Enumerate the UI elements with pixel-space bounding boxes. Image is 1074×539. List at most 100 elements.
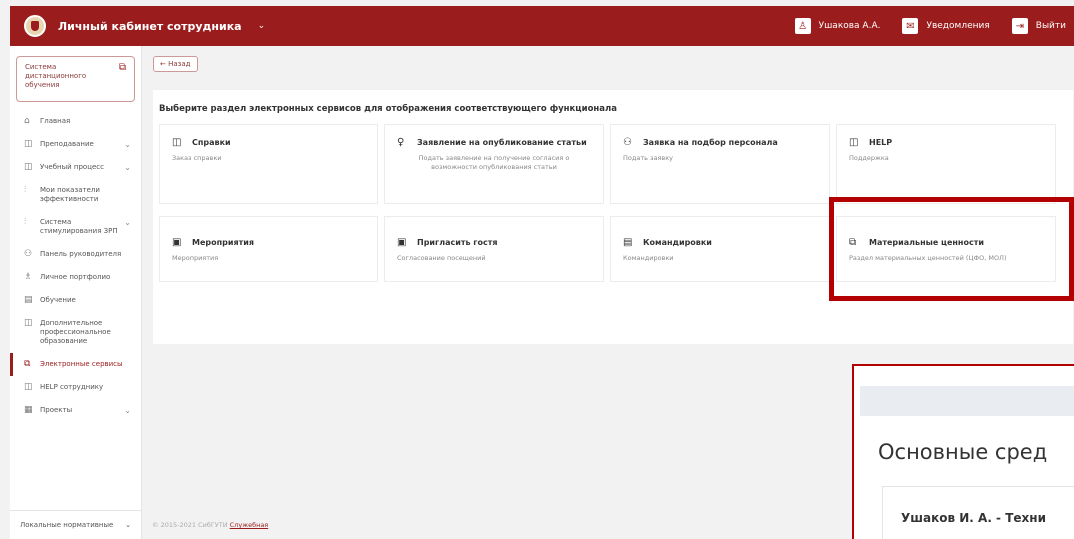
copyright-text: © 2015-2021 СибГУТИ	[152, 521, 228, 529]
document-icon: ◫	[172, 137, 182, 148]
top-bar: Личный кабинет сотрудника ⌄ ♙ Ушакова А.…	[10, 6, 1074, 46]
home-icon: ⌂	[24, 116, 30, 126]
card-title: Заявка на подбор персонала	[643, 138, 778, 147]
sidebar-item-teaching[interactable]: ◫ Преподавание ⌄	[10, 133, 141, 156]
card-description: Поддержка	[849, 154, 889, 162]
highlight-frame	[829, 197, 1074, 301]
notifications-button[interactable]: ✉ Уведомления	[902, 18, 990, 34]
service-card-staff-request[interactable]: ⚇ Заявка на подбор персонала Подать заяв…	[610, 124, 830, 204]
document-icon: ◫	[24, 162, 33, 172]
logout-button[interactable]: ⇥ Выйти	[1011, 18, 1066, 34]
sidebar-item-label: Личное портфолио	[40, 273, 111, 281]
bell-icon: ✉	[902, 18, 919, 34]
logout-icon: ⇥	[1011, 18, 1028, 34]
sidebar-item-label: Мои показатели эффективности	[40, 186, 100, 203]
bar-chart-icon: ⫶	[24, 185, 27, 195]
card-title: Справки	[192, 138, 231, 147]
sidebar-item-label: Дополнительное профессиональное образова…	[40, 319, 111, 345]
bar-chart-icon: ⫶	[24, 217, 27, 227]
sidebar-item-label: Обучение	[40, 296, 76, 304]
sidebar-item-local-regulations[interactable]: Локальные нормативные ⌄	[10, 510, 141, 539]
user-menu-button[interactable]: ♙ Ушакова А.А.	[794, 18, 881, 34]
help-icon: ◫	[849, 137, 859, 148]
notifications-label: Уведомления	[926, 21, 990, 31]
card-description: Согласование посещений	[397, 254, 486, 262]
sidebar-item-label: Электронные сервисы	[40, 360, 123, 368]
university-crest-icon	[24, 15, 46, 37]
chevron-down-icon: ⌄	[124, 406, 131, 415]
sidebar-item-label: Проекты	[40, 406, 73, 414]
book-icon: ▤	[24, 295, 33, 305]
sidebar-item-portfolio[interactable]: ♗ Личное портфолио	[10, 266, 141, 289]
calendar-icon: ▣	[172, 237, 182, 248]
inset-header-band	[860, 386, 1074, 416]
sidebar-item-label: Учебный процесс	[40, 163, 104, 171]
user-icon: ♙	[794, 18, 811, 34]
document-icon: ▤	[623, 237, 633, 248]
brand[interactable]: Личный кабинет сотрудника ⌄	[10, 15, 265, 37]
card-description: Подать заявление на получение согласия о…	[418, 154, 570, 171]
document-icon: ◫	[24, 139, 33, 149]
lms-link-button[interactable]: Система дистанционного обучения ⧉	[16, 56, 135, 102]
sidebar-item-manager-panel[interactable]: ⚇ Панель руководителя	[10, 243, 141, 266]
sidebar-item-projects[interactable]: ▦ Проекты ⌄	[10, 399, 141, 422]
footer: © 2015-2021 СибГУТИ Служебная	[152, 521, 268, 529]
sidebar-item-training[interactable]: ▤ Обучение	[10, 289, 141, 312]
sidebar-item-help[interactable]: ◫ HELP сотруднику	[10, 376, 141, 399]
calendar-icon: ▣	[397, 237, 407, 248]
help-icon: ◫	[24, 382, 33, 392]
person-icon: ♗	[24, 272, 33, 282]
card-title: Командировки	[643, 238, 712, 247]
service-card-events[interactable]: ▣ Мероприятия Мероприятия	[159, 216, 378, 282]
services-icon: ⧉	[24, 359, 31, 369]
chevron-down-icon: ⌄	[124, 218, 131, 227]
inset-row-label: Ушаков И. А. - Техни	[901, 511, 1046, 525]
service-card-certificates[interactable]: ◫ Справки Заказ справки	[159, 124, 378, 204]
sidebar-item-label: Главная	[40, 117, 71, 125]
logout-label: Выйти	[1035, 21, 1066, 31]
location-pin-icon: ♀	[397, 137, 405, 148]
sidebar-item-label: Система стимулирования ЗРП	[40, 218, 118, 235]
user-name: Ушакова А.А.	[818, 21, 881, 31]
card-description: Заказ справки	[172, 154, 222, 162]
sidebar-item-incentives[interactable]: ⫶ Система стимулирования ЗРП ⌄	[10, 211, 141, 243]
card-description: Подать заявку	[623, 154, 673, 162]
grid-icon: ▦	[24, 405, 33, 415]
sidebar-item-label: HELP сотруднику	[40, 383, 104, 391]
sidebar-item-e-services[interactable]: ⧉ Электронные сервисы	[10, 353, 141, 376]
lms-link-label: Система дистанционного обучения	[25, 63, 87, 89]
sidebar-item-label: Преподавание	[40, 140, 94, 148]
chevron-down-icon: ⌄	[125, 521, 131, 529]
card-description: Мероприятия	[172, 254, 219, 262]
chevron-down-icon[interactable]: ⌄	[258, 21, 266, 31]
chevron-down-icon: ⌄	[124, 140, 131, 149]
inset-title: Основные сред	[878, 440, 1048, 464]
card-title: Заявление на опубликование статьи	[417, 138, 587, 147]
people-icon: ⚇	[623, 137, 632, 148]
footer-link[interactable]: Служебная	[230, 521, 269, 529]
card-title: Пригласить гостя	[417, 238, 498, 247]
back-button[interactable]: ← Назад	[153, 56, 198, 72]
sidebar-item-learning-process[interactable]: ◫ Учебный процесс ⌄	[10, 156, 141, 179]
external-link-icon: ⧉	[118, 62, 126, 73]
app-title: Личный кабинет сотрудника	[58, 19, 242, 33]
sidebar-item-label: Локальные нормативные	[20, 521, 114, 529]
card-title: HELP	[869, 138, 893, 147]
zoom-inset: Основные сред Ушаков И. А. - Техни	[852, 364, 1074, 539]
sidebar-item-home[interactable]: ⌂ Главная	[10, 110, 141, 133]
service-card-invite-guest[interactable]: ▣ Пригласить гостя Согласование посещени…	[384, 216, 604, 282]
sidebar-item-kpi[interactable]: ⫶ Мои показатели эффективности	[10, 179, 141, 211]
chevron-down-icon: ⌄	[124, 163, 131, 172]
panel-title: Выберите раздел электронных сервисов для…	[159, 104, 617, 114]
inset-list-item[interactable]: Ушаков И. А. - Техни	[882, 486, 1074, 539]
service-card-help[interactable]: ◫ HELP Поддержка	[836, 124, 1056, 204]
card-title: Мероприятия	[192, 238, 254, 247]
sidebar-item-label: Панель руководителя	[40, 250, 122, 258]
card-description: Командировки	[623, 254, 674, 262]
service-card-article-publication[interactable]: ♀ Заявление на опубликование статьи Пода…	[384, 124, 604, 204]
document-icon: ◫	[24, 318, 33, 328]
service-card-business-trips[interactable]: ▤ Командировки Командировки	[610, 216, 830, 282]
people-icon: ⚇	[24, 249, 33, 259]
sidebar-item-additional-education[interactable]: ◫ Дополнительное профессиональное образо…	[10, 312, 141, 353]
sidebar: Система дистанционного обучения ⧉ ⌂ Глав…	[10, 46, 142, 539]
